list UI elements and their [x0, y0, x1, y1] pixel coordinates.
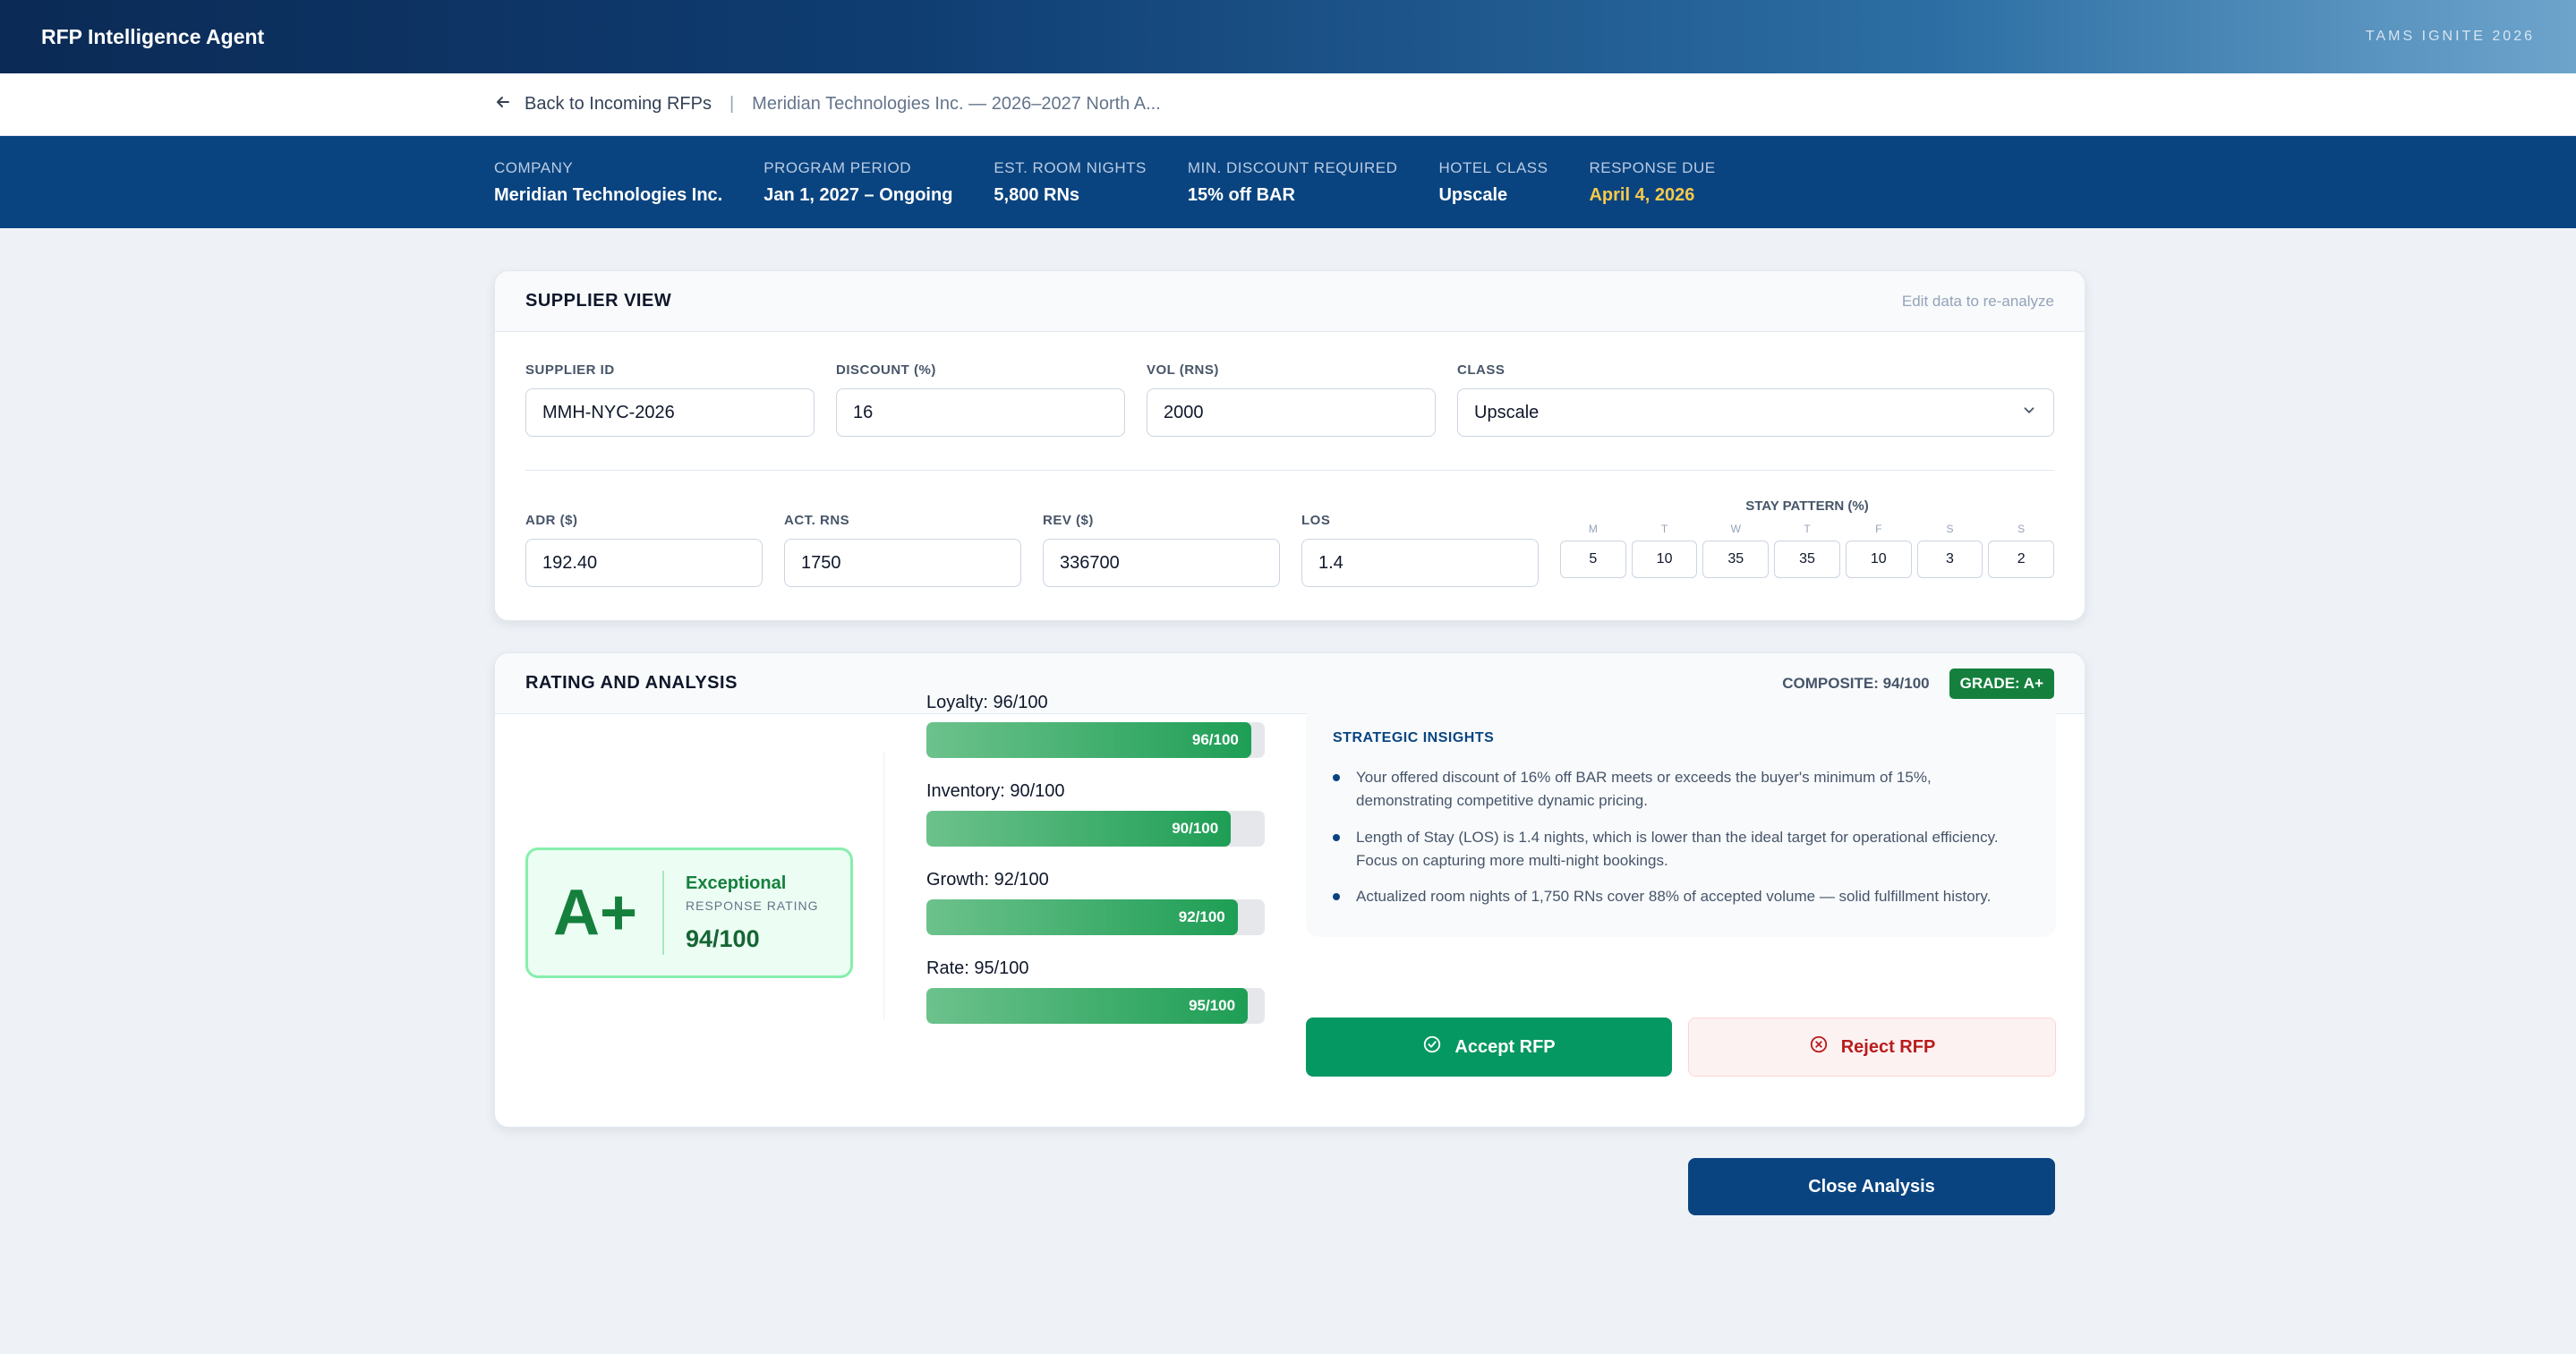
divider [883, 752, 884, 1020]
bar-fill: 96/100 [926, 722, 1251, 758]
bar-fill: 95/100 [926, 988, 1249, 1024]
composite-score: COMPOSITE: 94/100 [1782, 674, 1930, 692]
info-company: COMPANY Meridian Technologies Inc. [494, 158, 723, 205]
actual-rns-group: ACT. RNS 1750 [784, 513, 1021, 587]
stay-day-sun: S2 [1988, 523, 2055, 578]
actual-rns-input[interactable]: 1750 [784, 539, 1021, 587]
stay-day-thu: T 35 [1774, 523, 1840, 578]
revenue-input[interactable]: 336700 [1043, 539, 1280, 587]
stay-pattern-label: STAY PATTERN (%) [1745, 498, 1869, 514]
grade-letter: A+ [552, 877, 638, 949]
discount-input[interactable]: 16 [836, 388, 1125, 437]
stay-pattern: STAY PATTERN (%) M5 T 10 W 35 T 35 F 10 S3 S… [1560, 498, 2055, 587]
stay-day-mon: M5 [1560, 523, 1626, 578]
grade-badge: GRADE: A+ [1949, 668, 2054, 699]
bar-track: 96/100 [926, 722, 1265, 758]
arrow-left-icon [494, 93, 512, 116]
stay-day-input[interactable]: 10 [1631, 541, 1698, 578]
stay-day-tue: T 10 [1631, 523, 1698, 578]
bar-fill: 92/100 [926, 899, 1238, 935]
decision-actions: Accept RFP Reject RFP [1306, 1018, 2056, 1077]
breadcrumb: Back to Incoming RFPs | Meridian Technol… [0, 73, 2576, 136]
app-header: RFP Intelligence Agent TAMS IGNITE 2026 [0, 0, 2576, 73]
stay-day-input[interactable]: 5 [1560, 541, 1626, 578]
grade-subtitle: RESPONSE RATING [686, 898, 819, 913]
grade-score: 94/100 [686, 924, 760, 952]
reject-rfp-label: Reject RFP [1840, 1036, 1936, 1057]
supplier-view-title: SUPPLIER VIEW [525, 291, 672, 311]
bar-track: 90/100 [926, 811, 1265, 847]
bar-track: 95/100 [926, 988, 1265, 1024]
reject-rfp-button[interactable]: Reject RFP [1688, 1018, 2056, 1077]
stay-day-fri: F 10 [1845, 523, 1912, 578]
stay-day-input[interactable]: 10 [1845, 541, 1912, 578]
bar-fill: 90/100 [926, 811, 1232, 847]
rating-analysis-card: RATING AND ANALYSIS COMPOSITE: 94/100 GR… [494, 652, 2086, 1128]
stay-day-wed: W 35 [1702, 523, 1770, 578]
insights-title: STRATEGIC INSIGHTS [1333, 730, 1495, 745]
event-tag: TAMS IGNITE 2026 [2365, 29, 2535, 44]
volume-input[interactable]: 2000 [1147, 388, 1436, 437]
score-bars: Loyalty: 96/100 96/100 Inventory: 90/100… [926, 693, 1265, 1024]
stay-day-input[interactable]: 3 [1916, 541, 1983, 578]
grade-summary: A+ Exceptional RESPONSE RATING 94/100 [525, 847, 853, 978]
divider [525, 470, 2054, 471]
x-circle-icon [1809, 1035, 1829, 1060]
back-link[interactable]: Back to Incoming RFPs [494, 93, 712, 116]
rating-analysis-title: RATING AND ANALYSIS [525, 673, 738, 693]
insight-item: Length of Stay (LOS) is 1.4 nights, whic… [1333, 826, 2029, 873]
adr-input[interactable]: 192.40 [525, 539, 763, 587]
breadcrumb-separator: | [729, 94, 735, 114]
info-room-nights: EST. ROOM NIGHTS 5,800 RNs [994, 158, 1147, 205]
supplier-id-group: SUPPLIER ID MMH-NYC-2026 [525, 362, 815, 437]
revenue-group: REV ($) 336700 [1043, 513, 1280, 587]
discount-group: DISCOUNT (%) 16 [836, 362, 1125, 437]
insight-item: Your offered discount of 16% off BAR mee… [1333, 766, 2029, 813]
score-bar-rate: Rate: 95/100 95/100 [926, 958, 1265, 1024]
breadcrumb-current: Meridian Technologies Inc. — 2026–2027 N… [752, 94, 1161, 114]
supplier-view-header: SUPPLIER VIEW Edit data to re-analyze [495, 271, 2085, 332]
back-link-label: Back to Incoming RFPs [525, 94, 712, 114]
info-min-discount: MIN. DISCOUNT REQUIRED 15% off BAR [1187, 158, 1398, 205]
stay-day-input[interactable]: 35 [1702, 541, 1770, 578]
check-circle-icon [1422, 1035, 1442, 1060]
accept-rfp-label: Accept RFP [1454, 1036, 1556, 1057]
strategic-insights: STRATEGIC INSIGHTS Your offered discount… [1306, 700, 2056, 937]
los-input[interactable]: 1.4 [1301, 539, 1539, 587]
info-program-period: PROGRAM PERIOD Jan 1, 2027 – Ongoing [763, 158, 953, 205]
los-group: LOS 1.4 [1301, 513, 1539, 587]
score-bar-inventory: Inventory: 90/100 90/100 [926, 781, 1265, 847]
app-title: RFP Intelligence Agent [41, 24, 265, 48]
chevron-down-icon [2021, 402, 2037, 423]
score-bar-loyalty: Loyalty: 96/100 96/100 [926, 693, 1265, 758]
info-response-due: RESPONSE DUE April 4, 2026 [1589, 158, 1716, 205]
insight-item: Actualized room nights of 1,750 RNs cove… [1333, 885, 2029, 908]
bar-track: 92/100 [926, 899, 1265, 935]
adr-group: ADR ($) 192.40 [525, 513, 763, 587]
accept-rfp-button[interactable]: Accept RFP [1306, 1018, 1672, 1077]
class-select[interactable]: Upscale [1457, 388, 2054, 437]
supplier-view-hint: Edit data to re-analyze [1901, 292, 2054, 310]
score-bar-growth: Growth: 92/100 92/100 [926, 870, 1265, 935]
volume-group: VOL (RNS) 2000 [1147, 362, 1436, 437]
stay-day-input[interactable]: 2 [1988, 541, 2055, 578]
rfp-summary-bar: COMPANY Meridian Technologies Inc. PROGRA… [0, 136, 2576, 228]
stay-day-input[interactable]: 35 [1774, 541, 1840, 578]
supplier-id-input[interactable]: MMH-NYC-2026 [525, 388, 815, 437]
supplier-view-card: SUPPLIER VIEW Edit data to re-analyze SU… [494, 270, 2086, 621]
close-analysis-button[interactable]: Close Analysis [1688, 1158, 2055, 1215]
stay-day-sat: S3 [1916, 523, 1983, 578]
class-select-value: Upscale [1474, 402, 1540, 422]
class-group: CLASS Upscale [1457, 362, 2054, 437]
grade-name: Exceptional [686, 873, 787, 893]
info-hotel-class: HOTEL CLASS Upscale [1438, 158, 1548, 205]
